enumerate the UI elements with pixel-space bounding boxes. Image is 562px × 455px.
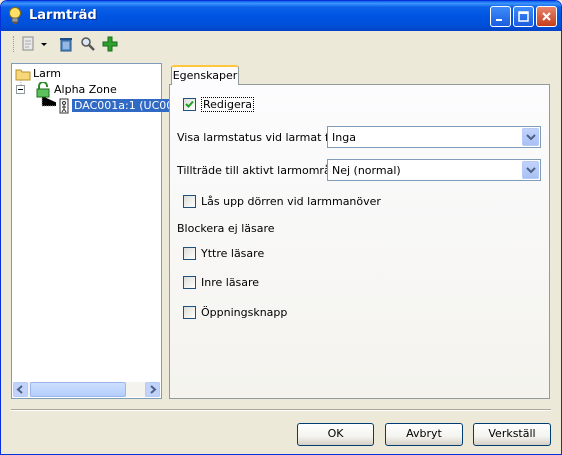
open-button-label: Öppningsknapp: [201, 306, 288, 319]
edit-checkbox[interactable]: [183, 98, 196, 111]
folder-icon: [15, 69, 31, 81]
alarm-status-value: Inga: [332, 131, 356, 144]
search-button[interactable]: [80, 36, 96, 52]
alarm-status-select[interactable]: Inga: [327, 126, 541, 148]
tree-item-root-label: Larm: [33, 67, 61, 80]
inner-reader-label: Inre läsare: [201, 276, 260, 289]
unlock-checkbox[interactable]: [183, 195, 196, 208]
tree-horizontal-scrollbar[interactable]: [13, 382, 160, 397]
apply-button[interactable]: Verkställ: [473, 423, 551, 446]
new-item-icon: [22, 36, 34, 51]
search-icon: [81, 37, 95, 51]
tree-item-door-label: DAC001a:1 (UC00: [72, 99, 176, 112]
scroll-left-button[interactable]: [13, 382, 28, 397]
outer-reader-label: Yttre läsare: [201, 247, 265, 260]
cancel-button[interactable]: Avbryt: [385, 423, 463, 446]
add-icon: [102, 36, 118, 52]
access-value: Nej (normal): [332, 164, 401, 177]
title-bar[interactable]: Larmträd: [1, 1, 561, 31]
alarm-tree[interactable]: Larm Alpha Zone DAC001a:1 (UC00: [11, 63, 176, 399]
alarm-status-label: Visa larmstatus vid larmat för: [177, 131, 341, 144]
maximize-icon: [518, 11, 529, 22]
tree-item-zone-label: Alpha Zone: [54, 83, 117, 96]
access-label: Tillträde till aktivt larmområde: [177, 164, 345, 177]
dialog-window: Larmträd Larm Alpha Zone DAC001a:1 (UC00…: [0, 0, 562, 455]
block-readers-heading: Blockera ej läsare: [177, 222, 275, 235]
door-icon: [59, 98, 69, 114]
collapse-toggle[interactable]: [16, 85, 25, 94]
alarm-status-dropdown-button[interactable]: [522, 128, 539, 146]
access-select[interactable]: Nej (normal): [327, 159, 541, 181]
bulb-icon: [7, 7, 23, 25]
tab-properties[interactable]: Egenskaper: [171, 65, 239, 85]
add-button[interactable]: [102, 36, 118, 52]
delete-icon: [60, 38, 72, 52]
minimize-button[interactable]: [490, 6, 511, 27]
maximize-button[interactable]: [513, 6, 534, 27]
chevron-right-icon: [150, 385, 157, 394]
dropdown-arrow-icon: [41, 43, 47, 46]
unlock-checkbox-label: Lås upp dörren vid larmmanöver: [201, 195, 381, 208]
edit-checkbox-label: Redigera: [201, 97, 254, 112]
access-dropdown-button[interactable]: [522, 161, 539, 179]
window-title: Larmträd: [29, 8, 97, 23]
ok-button[interactable]: OK: [297, 423, 374, 446]
new-item-button[interactable]: [21, 36, 37, 52]
minus-icon: [18, 89, 23, 90]
toolbar: [9, 33, 129, 55]
chevron-left-icon: [16, 385, 23, 394]
toolbar-grip[interactable]: [13, 36, 16, 52]
separator: [11, 409, 551, 411]
chevron-down-icon: [526, 167, 536, 174]
open-button-checkbox[interactable]: [183, 306, 196, 319]
minimize-icon: [496, 19, 502, 21]
scroll-right-button[interactable]: [145, 382, 160, 397]
scroll-thumb[interactable]: [30, 382, 126, 397]
close-button[interactable]: [536, 6, 557, 27]
close-icon: [542, 12, 551, 21]
inner-reader-checkbox[interactable]: [183, 276, 196, 289]
new-item-dropdown[interactable]: [39, 36, 49, 52]
checkmark-icon: [185, 100, 194, 108]
chevron-down-icon: [526, 134, 536, 141]
delete-button[interactable]: [58, 36, 74, 52]
outer-reader-checkbox[interactable]: [183, 247, 196, 260]
lock-icon: [36, 82, 50, 98]
